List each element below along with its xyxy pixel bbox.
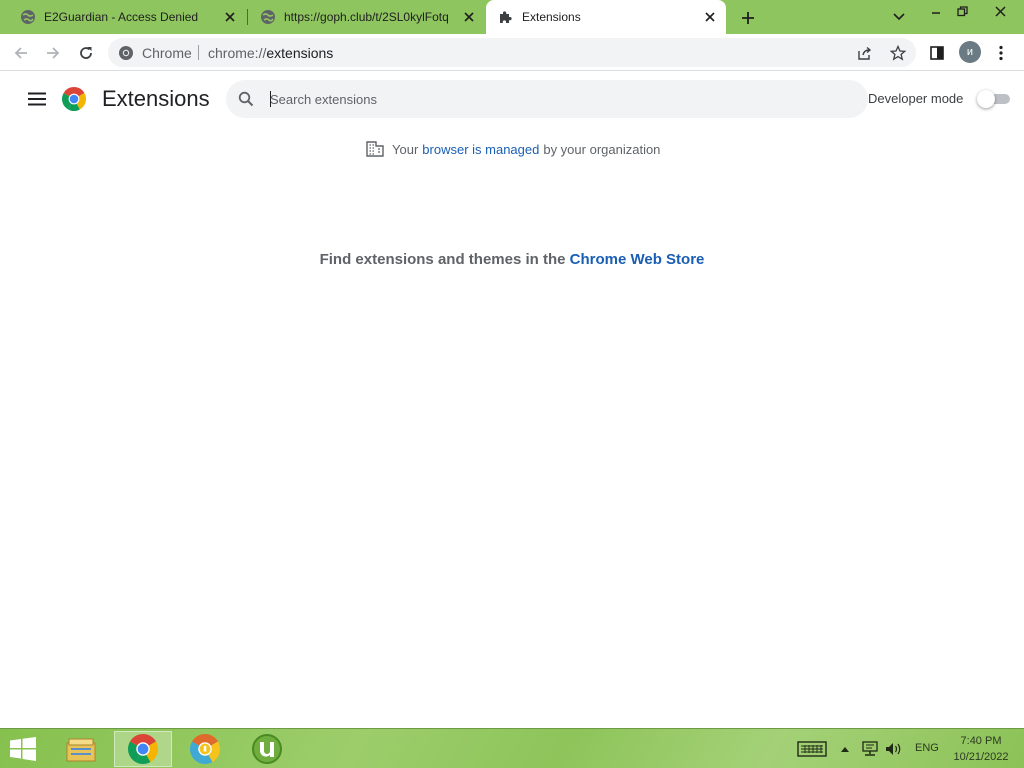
restore-button[interactable] — [950, 0, 974, 22]
globe-icon — [261, 10, 275, 24]
chrome-logo — [62, 87, 86, 111]
tab-e2guardian[interactable]: E2Guardian - Access Denied — [0, 0, 246, 34]
show-hidden-icons-button[interactable] — [838, 740, 852, 758]
empty-state-message: Find extensions and themes in the Chrome… — [0, 251, 1024, 268]
minimize-button[interactable] — [924, 0, 948, 22]
start-button[interactable] — [8, 735, 38, 763]
close-icon — [994, 5, 1006, 17]
chrome-icon — [128, 734, 158, 764]
address-bar[interactable]: Chrome chrome://extensions — [108, 38, 916, 67]
extensions-header: Extensions Developer mode — [0, 72, 1024, 126]
side-panel-button[interactable] — [924, 40, 950, 66]
url-text[interactable]: chrome://extensions — [208, 45, 333, 61]
tab-title: Extensions — [522, 10, 581, 24]
tab-search-button[interactable] — [888, 6, 910, 28]
profile-avatar[interactable]: и — [959, 41, 981, 63]
minimize-icon — [932, 12, 940, 14]
restore-icon — [956, 5, 968, 16]
tab-title: E2Guardian - Access Denied — [44, 10, 199, 24]
close-icon[interactable] — [700, 7, 720, 27]
share-button[interactable] — [854, 42, 876, 64]
text-cursor — [270, 91, 271, 107]
chrome-canary-icon — [190, 734, 220, 764]
arrow-left-icon — [14, 47, 27, 59]
managed-notice: Your browser is managed by your organiza… — [366, 140, 660, 158]
chrome-icon — [119, 46, 133, 60]
volume-button[interactable] — [884, 740, 904, 758]
clock-time: 7:40 PM — [960, 735, 1002, 747]
clock-date: 10/21/2022 — [953, 751, 1009, 763]
plus-icon — [742, 12, 754, 24]
search-input[interactable] — [270, 88, 830, 110]
main-menu-button[interactable] — [24, 86, 50, 112]
taskbar-file-explorer[interactable] — [52, 731, 110, 767]
reload-button[interactable] — [73, 40, 99, 66]
tab-title: https://goph.club/t/2SL0kylFotq — [284, 10, 449, 24]
speaker-icon — [886, 743, 901, 755]
tab-extensions[interactable]: Extensions — [486, 0, 726, 34]
close-window-button[interactable] — [980, 0, 1020, 22]
building-icon — [366, 141, 384, 157]
developer-mode-toggle[interactable] — [977, 90, 1010, 108]
star-icon — [890, 45, 906, 61]
tab-goph-club[interactable]: https://goph.club/t/2SL0kylFotq — [248, 0, 485, 34]
utorrent-icon — [252, 734, 282, 764]
chrome-menu-button[interactable] — [988, 40, 1014, 66]
more-vertical-icon — [999, 45, 1003, 61]
tab-strip: E2Guardian - Access Denied https://goph.… — [0, 0, 1024, 34]
windows-taskbar: ENG 7:40 PM 10/21/2022 — [0, 728, 1024, 768]
puzzle-icon — [500, 11, 512, 23]
browser-toolbar: Chrome chrome://extensions и — [0, 34, 1024, 71]
bookmark-button[interactable] — [887, 42, 909, 64]
empty-state-text: Find extensions and themes in the — [319, 251, 566, 268]
managed-notice-prefix: Your — [392, 141, 419, 157]
developer-mode-label: Developer mode — [868, 91, 964, 106]
network-icon — [862, 741, 878, 756]
close-icon[interactable] — [220, 7, 240, 27]
site-chip-label: Chrome — [142, 45, 192, 61]
forward-button[interactable] — [40, 40, 66, 66]
url-host: extensions — [266, 45, 334, 61]
managed-notice-suffix: by your organization — [543, 141, 661, 157]
toggle-knob — [977, 90, 995, 108]
search-box[interactable] — [226, 80, 868, 118]
close-icon[interactable] — [459, 7, 479, 27]
arrow-right-icon — [47, 47, 60, 59]
windows-logo-icon — [10, 737, 36, 761]
keyboard-icon — [797, 741, 827, 757]
reload-icon — [80, 47, 92, 59]
new-tab-button[interactable] — [736, 6, 760, 30]
url-scheme: chrome:// — [208, 45, 267, 61]
chrome-web-store-link[interactable]: Chrome Web Store — [570, 251, 705, 268]
page-title: Extensions — [102, 86, 210, 111]
chevron-down-icon — [893, 13, 905, 21]
omnibox-divider — [198, 45, 199, 60]
input-language[interactable]: ENG — [915, 742, 939, 754]
search-icon — [238, 91, 254, 107]
network-button[interactable] — [860, 740, 880, 758]
back-button[interactable] — [8, 40, 34, 66]
taskbar-chrome-canary[interactable] — [176, 731, 234, 767]
side-panel-icon — [930, 46, 944, 60]
chevron-up-icon — [841, 747, 849, 752]
file-explorer-icon — [66, 738, 96, 762]
system-clock[interactable]: 7:40 PM 10/21/2022 — [944, 733, 1018, 765]
browser-managed-link[interactable]: browser is managed — [422, 142, 539, 157]
taskbar-utorrent[interactable] — [238, 731, 296, 767]
hamburger-menu-icon — [28, 92, 46, 106]
share-icon — [858, 46, 872, 60]
touch-keyboard-button[interactable] — [796, 740, 828, 758]
globe-icon — [21, 10, 35, 24]
taskbar-chrome[interactable] — [114, 731, 172, 767]
